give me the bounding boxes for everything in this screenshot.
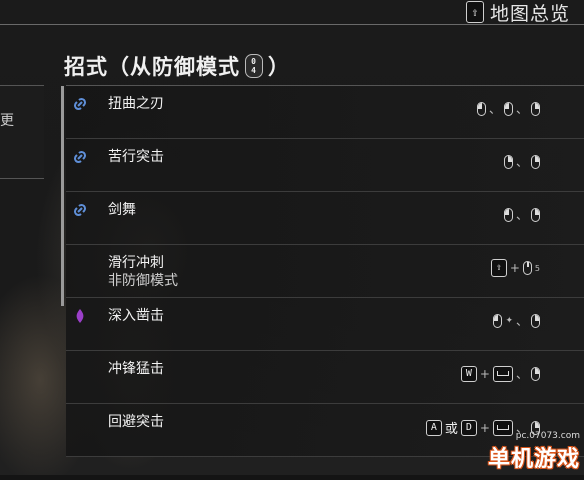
right-mouse-icon [531, 154, 540, 169]
spacebar-key-icon [492, 365, 513, 382]
scroll-wheel-icon [522, 261, 532, 275]
scroll-key-bottom: 4 [251, 66, 257, 75]
move-name: 滑行冲刺 [108, 255, 164, 271]
move-subtitle: 非防御模式 [108, 273, 178, 289]
header-divider [0, 24, 584, 25]
right-mouse-icon [531, 366, 540, 381]
separator: 、 [515, 314, 528, 328]
purple-gem-icon [76, 309, 84, 323]
chain-link-icon [73, 150, 87, 164]
watermark-url: pc.07073.com [515, 431, 580, 441]
right-mouse-icon [531, 313, 540, 328]
move-row[interactable]: 扭曲之刃 、 、 [66, 85, 584, 139]
moves-list: 扭曲之刃 、 、 苦行突击 、 剑舞 、 滑行冲刺 非防御模式 ⇧ + 5 深入… [66, 85, 584, 457]
chain-link-icon [73, 97, 87, 111]
chain-link-icon [73, 203, 87, 217]
move-inputs: ✦ 、 [493, 312, 540, 329]
separator: 、 [515, 155, 528, 169]
move-name: 苦行突击 [108, 149, 164, 165]
move-row[interactable]: 冲锋猛击 W + 、 [66, 351, 584, 404]
scrollbar[interactable] [61, 86, 64, 306]
move-name: 回避突击 [108, 414, 164, 430]
plus-sign: + [479, 366, 490, 381]
scroll-wheel-icon: 0 4 [245, 54, 263, 78]
move-row[interactable]: 苦行突击 、 [66, 139, 584, 192]
d-key-icon: D [460, 419, 477, 436]
move-inputs: W + 、 [460, 365, 540, 382]
separator: 、 [515, 367, 528, 381]
shift-key-icon: ⇧ [490, 259, 507, 277]
move-name: 冲锋猛击 [108, 361, 164, 377]
site-watermark: pc.07073.com 单机游戏 [488, 431, 580, 473]
left-mouse-icon [503, 207, 513, 222]
right-mouse-icon [531, 101, 540, 116]
move-inputs: ⇧ + 5 [490, 259, 540, 277]
or-label: 或 [444, 422, 458, 437]
right-mouse-icon [531, 207, 540, 222]
move-name: 深入凿击 [108, 308, 164, 324]
move-row[interactable]: 滑行冲刺 非防御模式 ⇧ + 5 [66, 245, 584, 298]
move-inputs: 、 、 [476, 100, 540, 117]
right-mouse-icon [503, 154, 513, 169]
move-name: 剑舞 [108, 202, 136, 218]
hold-star-icon: ✦ [505, 315, 513, 326]
left-category-label: 更 [0, 113, 14, 129]
scroll-key-top: 0 [251, 57, 257, 66]
title-suffix: ） [268, 55, 290, 79]
left-mouse-icon [503, 101, 513, 116]
separator: 、 [515, 102, 528, 116]
map-overview-hint[interactable]: ⇧ 地图总览 [465, 0, 570, 25]
title-prefix: 招式（从防御模式 [64, 55, 240, 79]
w-key-icon: W [460, 365, 477, 382]
separator: 、 [488, 102, 501, 116]
shift-key-icon: ⇧ [465, 1, 484, 23]
a-key-icon: A [425, 419, 442, 436]
page-title: 招式（从防御模式 0 4 ） [64, 51, 290, 81]
move-inputs: 、 [503, 206, 540, 223]
watermark-brand: 单机游戏 [487, 447, 580, 472]
left-mouse-hold-icon [493, 313, 503, 328]
move-row[interactable]: 深入凿击 ✦ 、 [66, 298, 584, 351]
move-row[interactable]: 剑舞 、 [66, 192, 584, 245]
map-overview-label: 地图总览 [489, 2, 570, 25]
left-category-panel[interactable]: 更 [0, 85, 44, 179]
scroll-number: 5 [534, 263, 540, 273]
plus-sign: + [509, 261, 520, 275]
move-name: 扭曲之刃 [108, 96, 164, 112]
separator: 、 [515, 208, 528, 222]
left-mouse-icon [476, 101, 486, 116]
move-inputs: 、 [503, 153, 540, 170]
